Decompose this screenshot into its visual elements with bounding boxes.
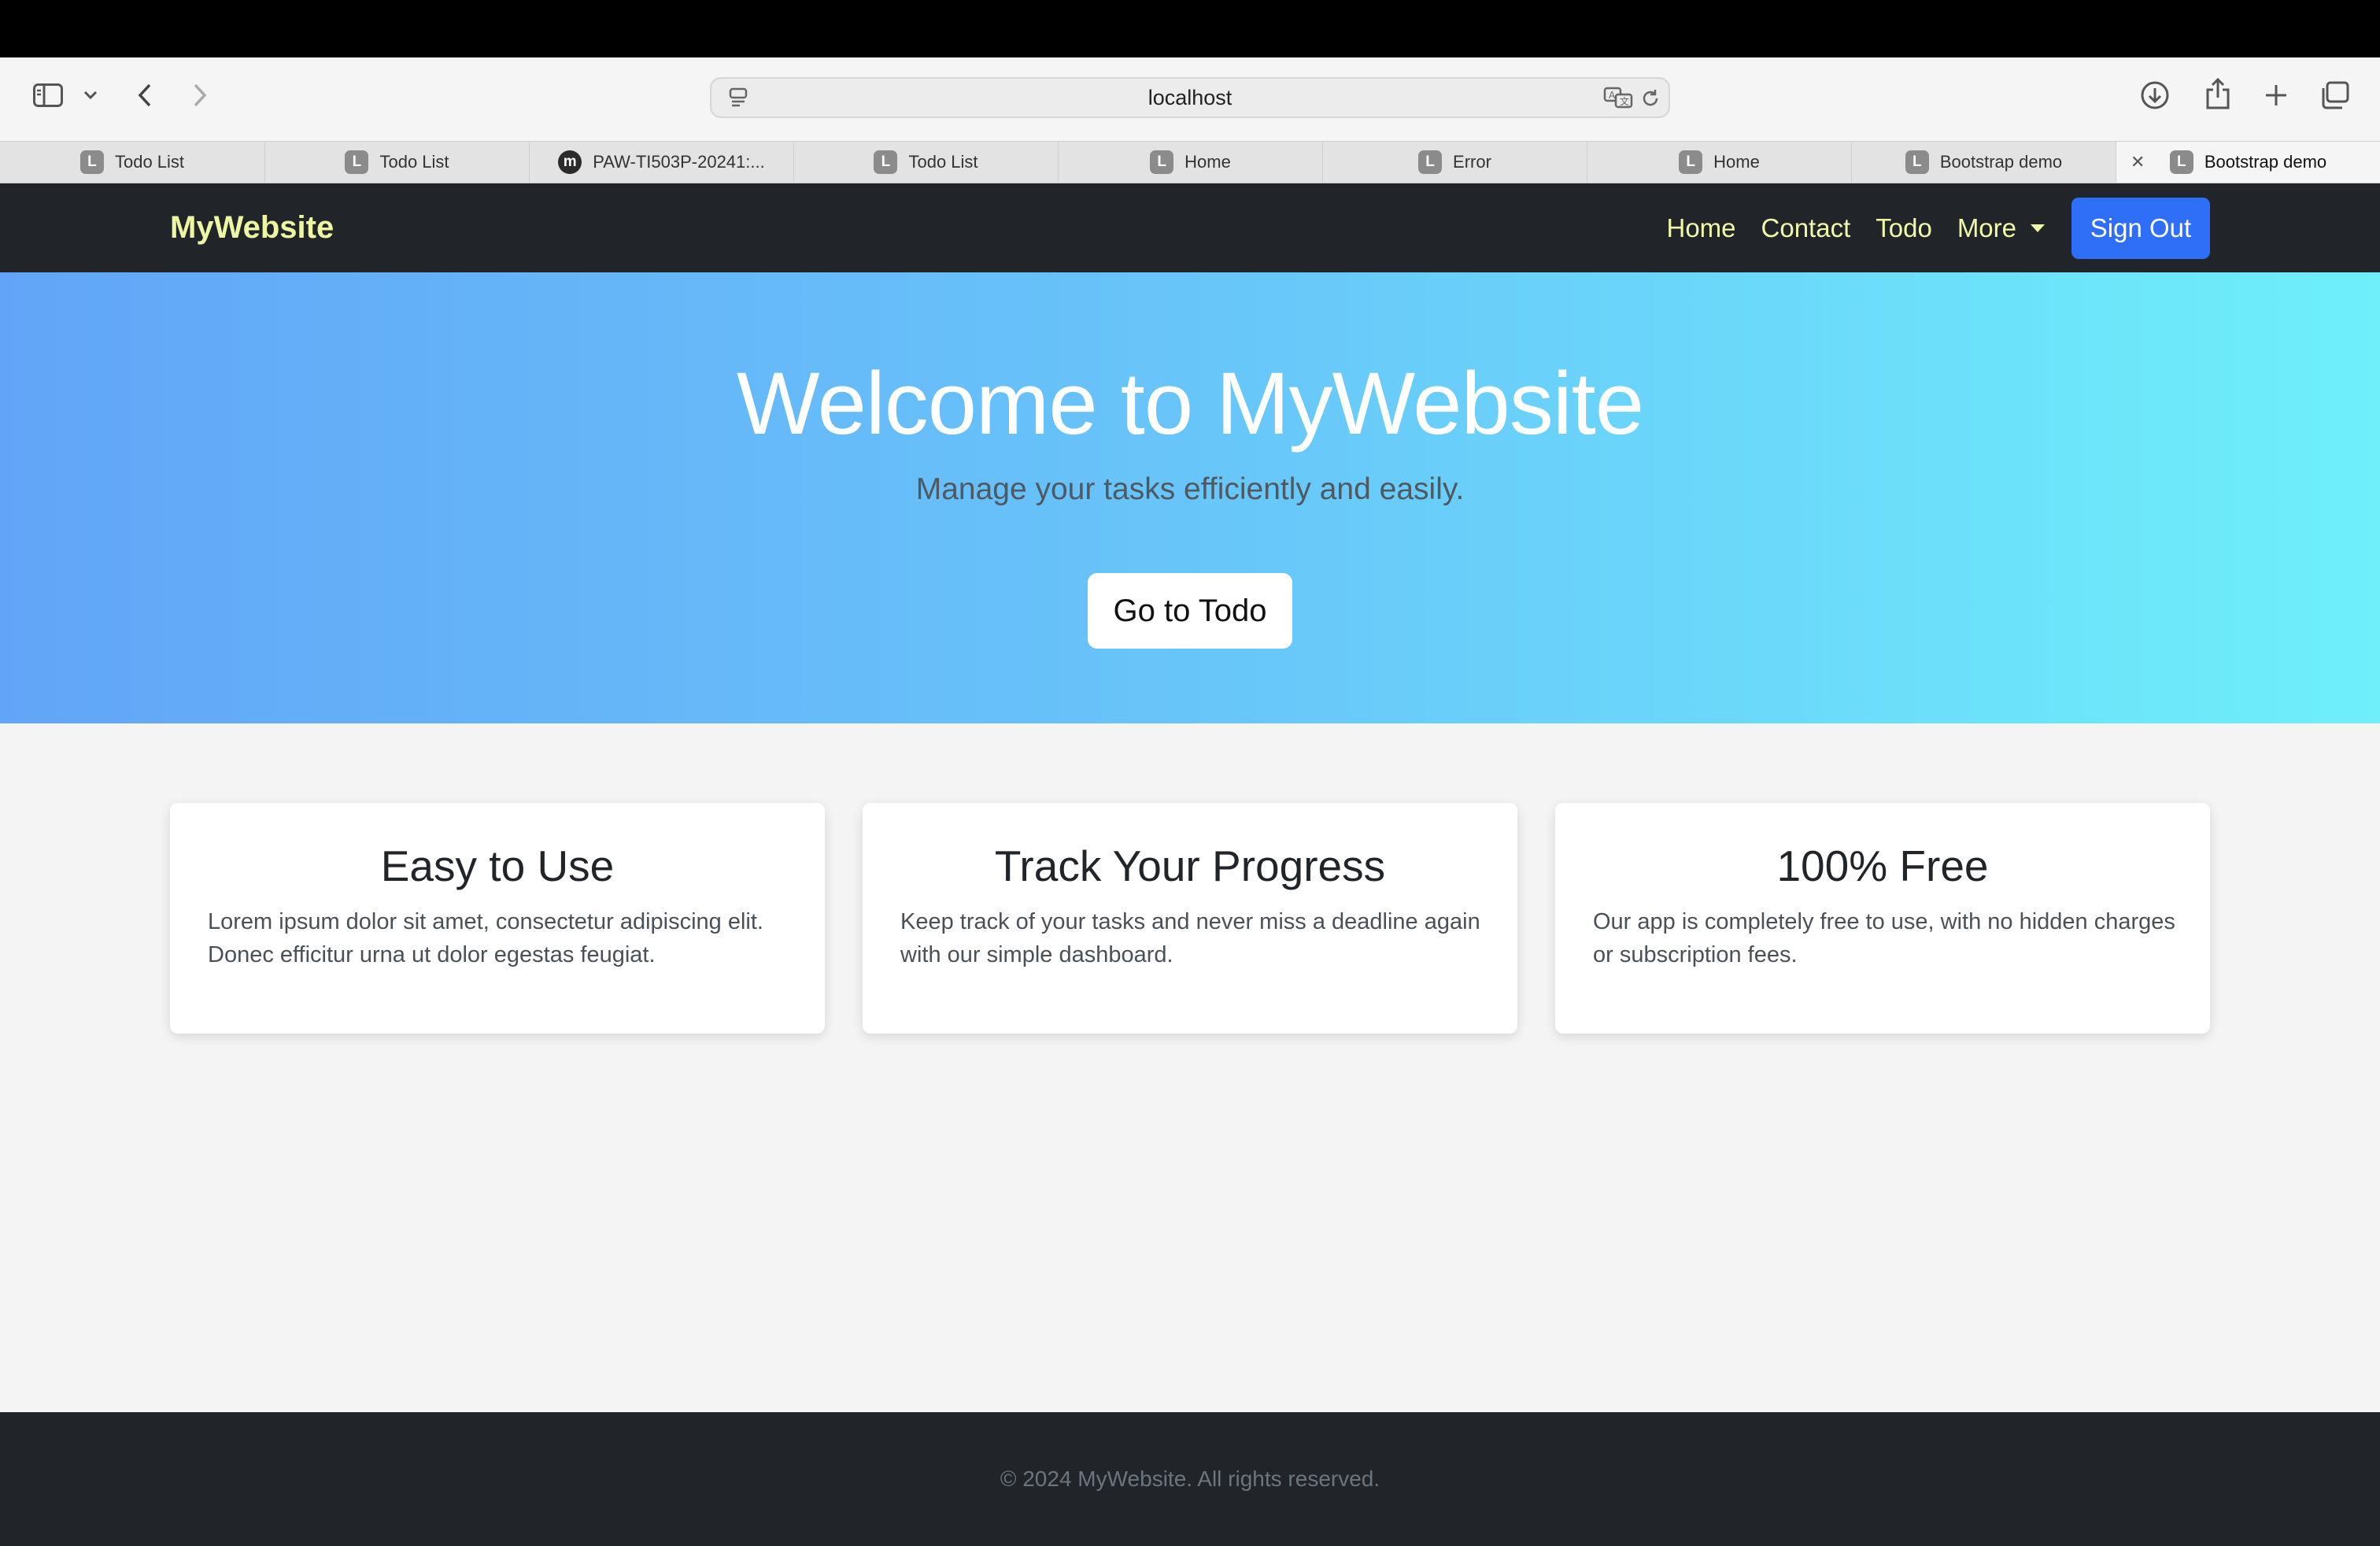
card-text: Keep track of your tasks and never miss … [900, 909, 1480, 967]
back-arrow-icon[interactable] [132, 81, 157, 109]
browser-tab[interactable]: L Home [1587, 142, 1852, 183]
site-footer: © 2024 MyWebsite. All rights reserved. [0, 1412, 2380, 1546]
browser-tab[interactable]: L Home [1059, 142, 1323, 183]
tab-favicon-icon: L [1679, 150, 1703, 174]
tab-close-icon[interactable]: ✕ [2131, 152, 2145, 172]
browser-tab[interactable]: L Bootstrap demo [1852, 142, 2116, 183]
tab-label: Error [1453, 152, 1491, 172]
chevron-down-icon[interactable] [80, 86, 101, 105]
nav-dropdown-label: More [1957, 213, 2016, 242]
browser-tab[interactable]: L Todo List [794, 142, 1059, 183]
caret-down-icon [2031, 224, 2045, 232]
tab-bar: L Todo List L Todo List m PAW-TI503P-202… [0, 141, 2380, 183]
tab-favicon-icon: L [874, 150, 898, 174]
card-text: Lorem ipsum dolor sit amet, consectetur … [208, 909, 763, 967]
hero-title: Welcome to MyWebsite [736, 354, 1644, 453]
tab-label: Home [1713, 152, 1760, 172]
card-title: 100% Free [1776, 841, 1989, 890]
site-navbar: MyWebsite Home Contact Todo More Sign Ou… [0, 183, 2380, 272]
card-title: Easy to Use [380, 841, 615, 890]
feature-card: Easy to Use Lorem ipsum dolor sit amet, … [170, 803, 825, 1034]
address-bar[interactable]: localhost A文 [710, 77, 1670, 118]
tab-favicon-icon: L [1150, 150, 1174, 174]
sidebar-toggle-icon[interactable] [30, 81, 66, 109]
address-text: localhost [1148, 85, 1232, 109]
tab-label: Todo List [379, 152, 449, 172]
nav-links: Home Contact Todo More Sign Out [1666, 183, 2210, 272]
nav-link-home[interactable]: Home [1666, 213, 1735, 243]
tab-label: Bootstrap demo [2204, 152, 2327, 172]
translate-icon[interactable]: A文 [1602, 85, 1634, 110]
card-text: Our app is completely free to use, with … [1593, 909, 2175, 967]
card-title: Track Your Progress [994, 841, 1386, 890]
share-icon[interactable] [2202, 76, 2234, 111]
reload-icon[interactable] [1639, 87, 1662, 110]
nav-link-todo[interactable]: Todo [1876, 213, 1932, 243]
tab-overview-icon[interactable] [2319, 80, 2352, 111]
tab-favicon-icon: L [345, 150, 369, 174]
download-icon[interactable] [2139, 80, 2171, 111]
browser-tab[interactable]: L Error [1323, 142, 1587, 183]
hero-section: Welcome to MyWebsite Manage your tasks e… [0, 272, 2380, 723]
svg-text:文: 文 [1620, 95, 1629, 107]
browser-tab[interactable]: L Todo List [265, 142, 530, 183]
browser-tab[interactable]: m PAW-TI503P-20241:... [530, 142, 794, 183]
new-tab-plus-icon[interactable] [2260, 80, 2292, 111]
tab-favicon-icon: L [79, 150, 104, 174]
tab-favicon-icon: m [558, 150, 582, 174]
brand-logo[interactable]: MyWebsite [170, 183, 334, 272]
nav-link-contact[interactable]: Contact [1761, 213, 1851, 243]
forward-arrow-icon[interactable] [187, 81, 213, 109]
tab-label: Todo List [114, 152, 185, 172]
tab-label: Bootstrap demo [1939, 152, 2063, 172]
tab-favicon-icon: L [1905, 150, 1929, 174]
browser-tab[interactable]: L Todo List [0, 142, 265, 183]
tab-label: Todo List [908, 152, 978, 172]
sign-out-button[interactable]: Sign Out [2071, 197, 2210, 259]
tab-label: Home [1184, 152, 1231, 172]
footer-copyright: © 2024 MyWebsite. All rights reserved. [1000, 1466, 1380, 1491]
feature-card: Track Your Progress Keep track of your t… [863, 803, 1517, 1034]
tab-favicon-icon: L [2169, 150, 2193, 174]
nav-dropdown-more[interactable]: More [1957, 213, 2045, 243]
feature-card: 100% Free Our app is completely free to … [1555, 803, 2210, 1034]
hero-subtitle: Manage your tasks efficiently and easily… [915, 472, 1465, 506]
system-top-bar [0, 0, 2380, 57]
tab-favicon-icon: L [1418, 150, 1443, 174]
tab-label: PAW-TI503P-20241:... [593, 152, 765, 172]
go-to-todo-button[interactable]: Go to Todo [1088, 573, 1292, 649]
browser-tab-active[interactable]: ✕ L Bootstrap demo [2116, 142, 2380, 183]
svg-text:A: A [1609, 90, 1616, 101]
